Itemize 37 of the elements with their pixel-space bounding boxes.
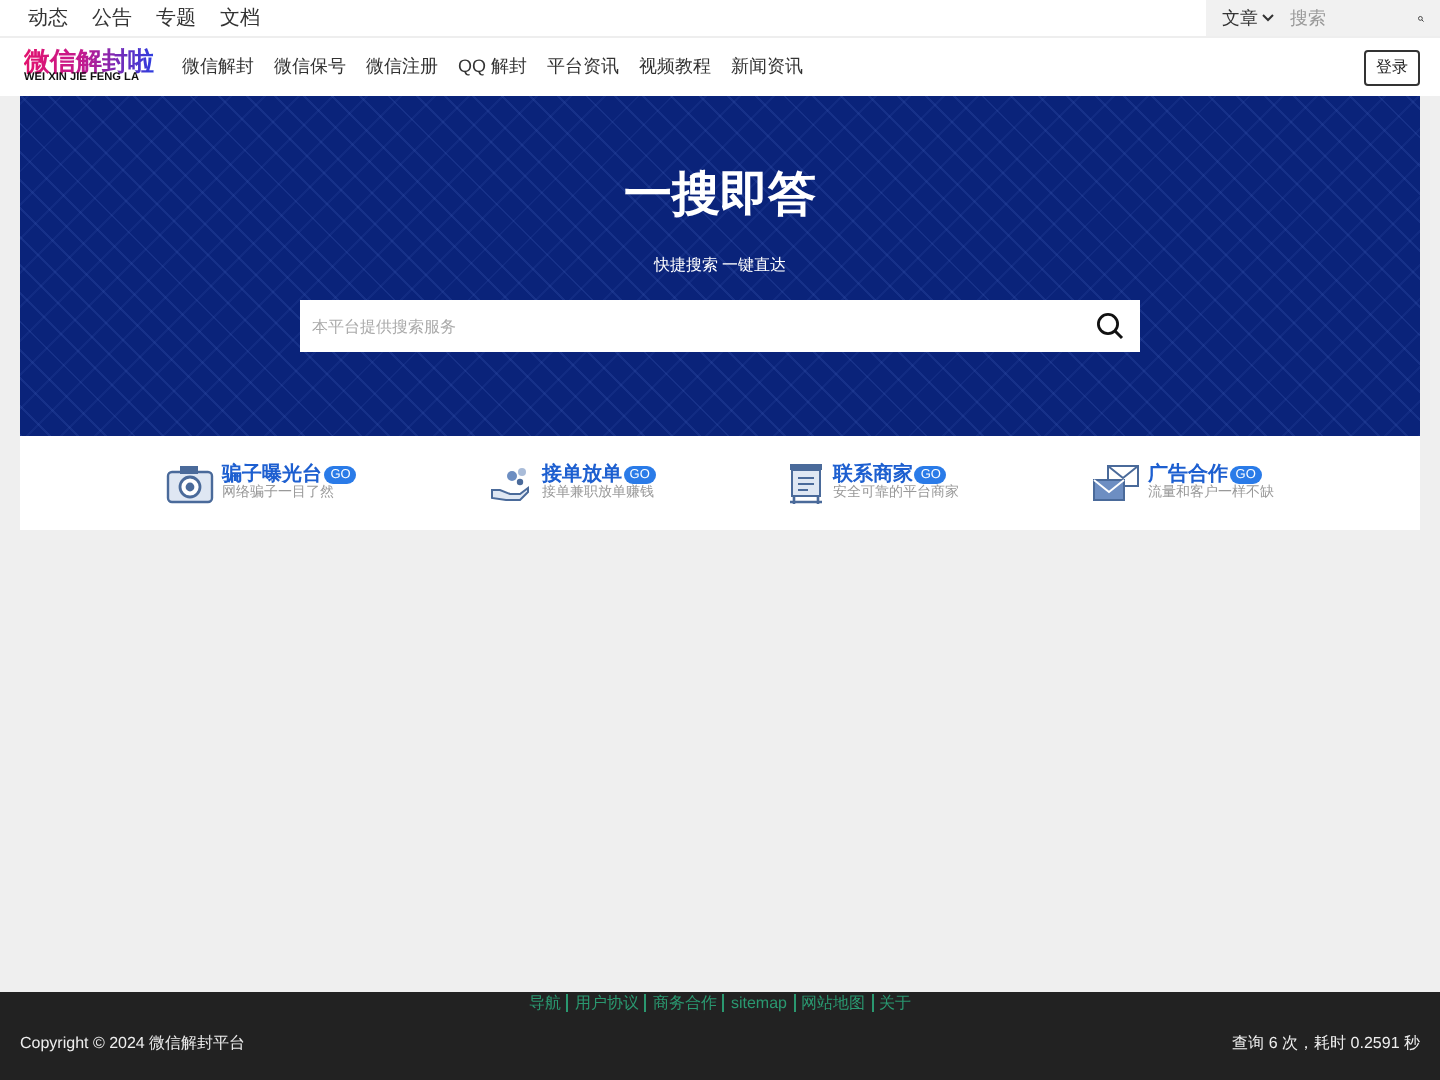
top-link[interactable]: 动态 — [16, 4, 80, 32]
feature-link[interactable]: 接单放单 — [541, 464, 622, 487]
logo-title[interactable]: 微信解封啦 — [24, 48, 154, 75]
footer-link[interactable]: 网站地图 — [793, 994, 871, 1012]
nav-link[interactable]: 微信保号 — [274, 54, 346, 80]
nav-link[interactable]: 微信注册 — [366, 54, 438, 80]
nav-link[interactable]: 微信解封 — [182, 54, 254, 80]
search-scope-dropdown[interactable]: 文章 — [1222, 5, 1274, 31]
feature-link[interactable]: 联系商家 — [832, 464, 913, 487]
search-field[interactable]: 搜索 — [1286, 6, 1406, 30]
camera-icon — [166, 463, 215, 503]
search-bar[interactable]: 本平台提供搜索服务 — [300, 300, 1140, 352]
top-link[interactable]: 公告 — [80, 4, 144, 32]
search-box[interactable]: 文章 搜索 — [1206, 0, 1440, 36]
nav-link[interactable]: 新闻资讯 — [731, 54, 804, 80]
footer-link[interactable]: sitemap — [722, 994, 793, 1012]
notice-board-icon — [788, 461, 825, 505]
top-link[interactable]: 文档 — [208, 4, 272, 32]
search-icon[interactable] — [1096, 312, 1124, 340]
login-button[interactable]: 登录 — [1364, 49, 1420, 85]
feature-link[interactable]: 广告合作 — [1147, 464, 1228, 487]
nav-link[interactable]: 视频教程 — [639, 54, 712, 80]
footer-link[interactable]: 用户协议 — [566, 994, 645, 1012]
copyright-text: Copyright © 2024 微信解封平台 — [20, 1032, 246, 1054]
footer-link[interactable]: 导航 — [522, 994, 567, 1012]
footer-link[interactable]: 关于 — [871, 994, 917, 1012]
top-link[interactable]: 专题 — [144, 4, 208, 32]
nav-link[interactable]: 平台资讯 — [547, 54, 620, 80]
hand-coins-icon — [489, 463, 534, 503]
hero-title: 一搜即答 — [624, 168, 816, 224]
query-stats: 查询 6 次，耗时 0.2591 秒 — [1232, 1032, 1420, 1054]
nav-link[interactable]: QQ 解封 — [458, 54, 528, 80]
caret-icon — [1262, 14, 1274, 22]
footer-link[interactable]: 商务合作 — [644, 994, 723, 1012]
envelope-icon — [1091, 463, 1140, 503]
hero-subtitle: 快捷搜索 一键直达 — [653, 256, 787, 276]
feature-link[interactable]: 骗子曝光台 — [222, 464, 323, 487]
